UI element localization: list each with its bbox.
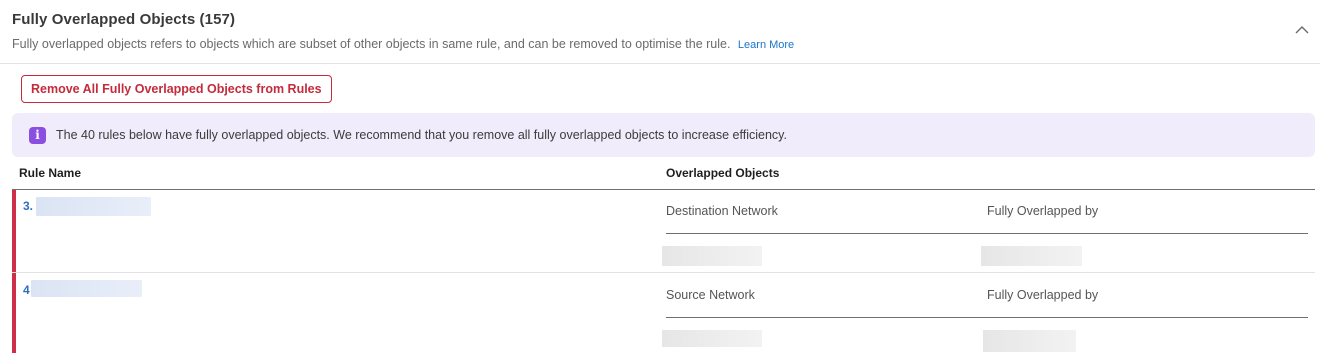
- description-text: Fully overlapped objects refers to objec…: [12, 37, 731, 51]
- rule-number[interactable]: 3.: [23, 199, 33, 213]
- redacted-rule-name[interactable]: [31, 280, 142, 297]
- row-status-marker: [12, 190, 16, 273]
- object-type-label: Destination Network: [666, 204, 778, 218]
- column-header-rule-name[interactable]: Rule Name: [19, 166, 81, 180]
- redacted-overlapping-object-value: [983, 330, 1076, 352]
- fully-overlapped-objects-panel: Fully Overlapped Objects (157) Fully ove…: [0, 0, 1320, 353]
- object-divider: [666, 233, 1308, 234]
- info-banner-text: The 40 rules below have fully overlapped…: [56, 128, 787, 142]
- column-header-overlapped-objects[interactable]: Overlapped Objects: [666, 166, 779, 180]
- section-description: Fully overlapped objects refers to objec…: [12, 37, 794, 51]
- info-icon: i: [29, 127, 46, 144]
- redacted-object-value: [662, 246, 762, 266]
- overlapped-by-label: Fully Overlapped by: [987, 204, 1099, 218]
- redacted-overlapping-object-value: [981, 246, 1082, 266]
- object-divider: [666, 317, 1308, 318]
- rule-number[interactable]: 4: [23, 283, 30, 297]
- chevron-up-icon[interactable]: [1294, 22, 1310, 38]
- remove-all-overlapped-button[interactable]: Remove All Fully Overlapped Objects from…: [21, 75, 332, 103]
- overlapped-by-label: Fully Overlapped by: [987, 288, 1099, 302]
- table-row: 3. Destination Network Fully Overlapped …: [12, 190, 1315, 273]
- section-header[interactable]: Fully Overlapped Objects (157) Fully ove…: [0, 0, 1320, 64]
- info-banner: i The 40 rules below have fully overlapp…: [12, 113, 1315, 157]
- section-title: Fully Overlapped Objects (157): [12, 11, 236, 28]
- redacted-object-value: [662, 330, 762, 347]
- redacted-rule-name[interactable]: [36, 197, 151, 216]
- table-row: 4 Source Network Fully Overlapped by: [12, 273, 1315, 353]
- object-type-label: Source Network: [666, 288, 755, 302]
- learn-more-link[interactable]: Learn More: [738, 39, 794, 51]
- row-status-marker: [12, 273, 16, 353]
